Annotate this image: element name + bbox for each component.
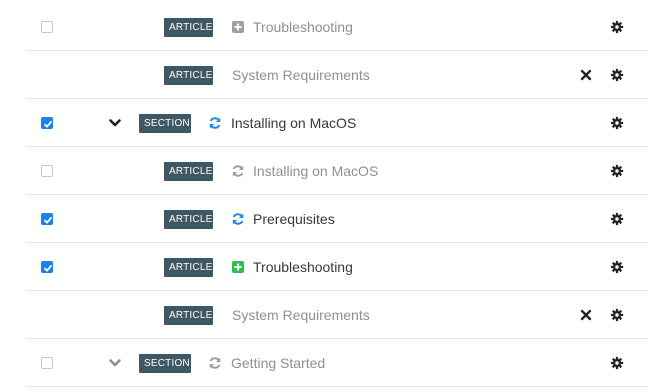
item-title[interactable]: System Requirements [232,307,370,324]
select-checkbox[interactable] [41,165,53,177]
sync-icon [209,117,221,129]
list-item: ARTICLE System Requirements [26,52,648,99]
item-title[interactable]: System Requirements [232,67,370,84]
gear-icon[interactable] [610,356,624,370]
sync-icon [209,357,221,369]
chevron-down-icon[interactable] [108,356,122,370]
select-checkbox[interactable] [41,261,53,273]
chevron-down-icon[interactable] [108,116,122,130]
item-title[interactable]: Installing on MacOS [253,163,378,180]
sync-icon [232,213,244,225]
type-badge: SECTION [139,114,191,133]
type-badge: ARTICLE [164,210,213,229]
section-row: SECTION Installing on MacOS [26,100,648,147]
list-item: ARTICLE Prerequisites [26,196,648,243]
item-title[interactable]: Prerequisites [253,211,335,228]
item-title[interactable]: Getting Started [231,355,325,372]
type-badge: ARTICLE [164,306,213,325]
select-checkbox[interactable] [41,213,53,225]
select-checkbox[interactable] [41,357,53,369]
gear-icon[interactable] [610,20,624,34]
select-checkbox[interactable] [41,117,53,129]
type-badge: ARTICLE [164,18,213,37]
close-icon[interactable] [580,69,592,81]
item-title[interactable]: Troubleshooting [253,19,353,36]
sync-icon [232,165,244,177]
list-item: ARTICLE Installing on MacOS [26,148,648,195]
close-icon[interactable] [580,309,592,321]
select-checkbox[interactable] [41,21,53,33]
type-badge: SECTION [139,354,191,373]
gear-icon[interactable] [610,68,624,82]
plus-square-icon [232,21,244,33]
gear-icon[interactable] [610,308,624,322]
gear-icon[interactable] [610,116,624,130]
plus-square-icon [232,261,244,273]
type-badge: ARTICLE [164,66,213,85]
item-title[interactable]: Installing on MacOS [231,115,356,132]
type-badge: ARTICLE [164,162,213,181]
gear-icon[interactable] [610,164,624,178]
gear-icon[interactable] [610,260,624,274]
list-item: ARTICLE Troubleshooting [26,4,648,51]
type-badge: ARTICLE [164,258,213,277]
list-item: ARTICLE System Requirements [26,292,648,339]
item-title[interactable]: Troubleshooting [253,259,353,276]
section-row: SECTION Getting Started [26,340,648,387]
list-item: ARTICLE Troubleshooting [26,244,648,291]
gear-icon[interactable] [610,212,624,226]
